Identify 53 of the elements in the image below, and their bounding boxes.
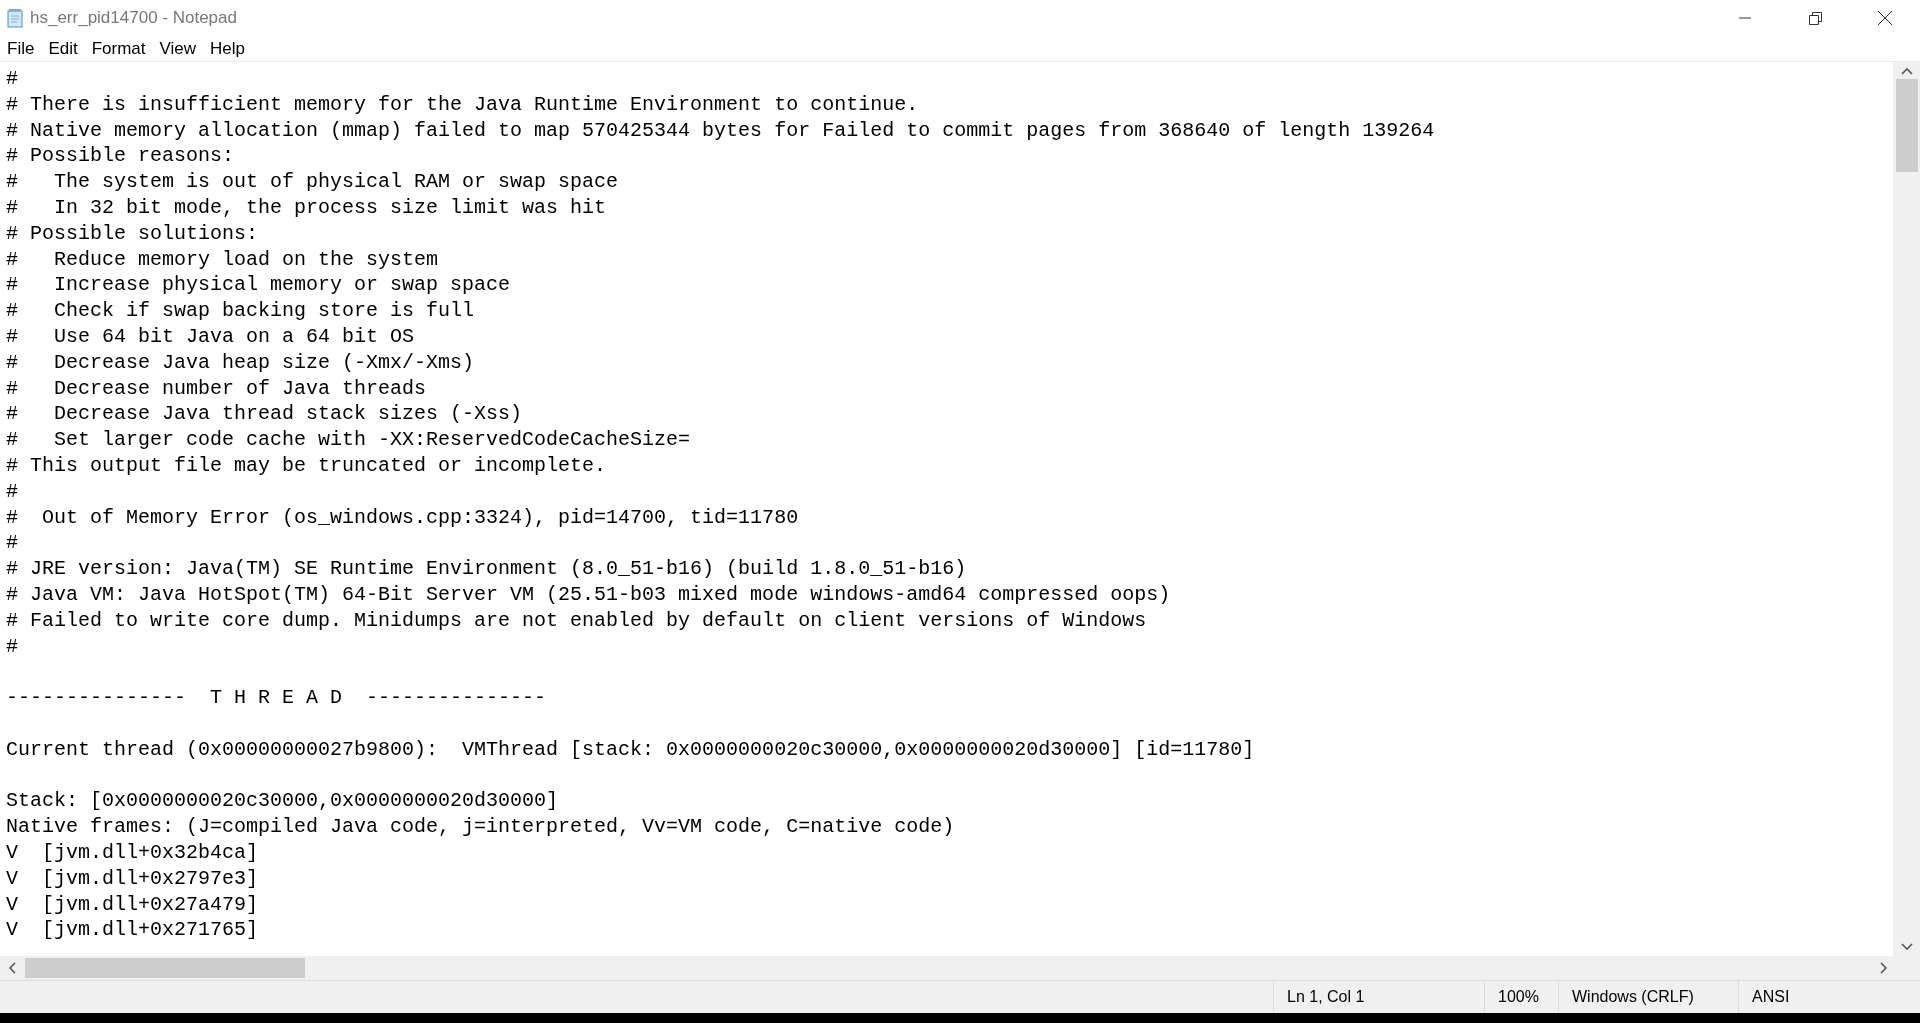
text-line: # Set larger code cache with -XX:ReservedCodeCacheSize= [6,427,691,453]
menu-item[interactable]: File [2,35,40,62]
text-line: # There is insufficient memory for the Java Runtime Environment to continue. [6,91,919,118]
scrollbar-thumb[interactable] [1895,79,1918,172]
window-title: hs_err_pid14700 - Notepad [30,7,237,30]
restore-icon [1808,11,1822,25]
text-line: # This output file may be truncated or incomplete. [6,452,607,479]
status-text: 100% [1498,987,1539,1007]
close-icon [1878,11,1892,25]
text-line: # Failed to write core dump. Minidumps are not enabled by default on client versions of Windows [6,607,1147,634]
text-line: Current thread (0x00000000027b9800): VMThread [stack: 0x0000000020c30000,0x0000000020d30000] [id=11780] [6,736,1255,763]
menu-item[interactable]: Edit [43,35,83,62]
text-line: V [jvm.dll+0x27a479] [6,891,259,918]
menu-item[interactable]: View [154,35,202,62]
text-line: Native frames: (J=compiled Java code, j=interpreted, Vv=VM code, C=native code) [6,814,955,840]
scroll-right-icon [1880,962,1888,974]
text-line: # Out of Memory Error (os_windows.cpp:3324), pid=14700, tid=11780 [6,504,799,531]
text-line: # Increase physical memory or swap space [6,272,511,299]
scrollbar-thumb[interactable] [25,958,305,978]
text-line: # Decrease Java heap size (-Xmx/-Xms) [6,349,475,376]
scroll-left-icon [8,962,16,974]
text-line: Stack: [0x0000000020c30000,0x0000000020d30000] [6,788,559,815]
notepad-icon [6,8,24,28]
status-text: ANSI [1752,987,1790,1007]
text-line: V [jvm.dll+0x271765] [6,917,259,944]
text-line: --------------- T H R E A D --------------- [6,685,547,711]
text-line: # Java VM: Java HotSpot(TM) 64-Bit Server VM (25.51-b03 mixed mode windows-amd64 compressed oops) [6,581,1171,608]
text-line: # Check if swap backing store is full [6,298,475,324]
menu-item[interactable]: Help [205,35,251,62]
text-line: # JRE version: Java(TM) SE Runtime Environment (8.0_51-b16) (build 1.8.0_51-b16) [6,556,967,582]
text-line: # Decrease number of Java threads [6,375,427,402]
text-line: # Possible reasons: [6,143,235,170]
text-line: V [jvm.dll+0x32b4ca] [6,839,259,866]
text-line: # Native memory allocation (mmap) failed to map 570425344 bytes for Failed to commit pages from 368640 of length 139264 [6,117,1435,144]
text-line: # [6,66,18,92]
text-line: # [6,633,18,660]
scroll-up-icon [1900,67,1913,75]
text-line: # The system is out of physical RAM or swap space [6,169,619,195]
status-text: Windows (CRLF) [1572,987,1694,1007]
horizontal-scrollbar[interactable] [0,956,1920,980]
text-line: # Decrease Java thread stack sizes (-Xss) [6,401,523,428]
status-text: Ln 1, Col 1 [1287,987,1365,1007]
text-line: # Possible solutions: [6,220,259,247]
minimize-icon [1739,17,1751,19]
text-line: # Use 64 bit Java on a 64 bit OS [6,323,415,350]
text-line: # In 32 bit mode, the process size limit was hit [6,195,607,221]
text-line: # Reduce memory load on the system [6,246,439,273]
text-line: V [jvm.dll+0x2797e3] [6,865,259,892]
text-line: # [6,478,18,505]
menu-item[interactable]: Format [86,35,151,62]
scroll-down-icon [1900,943,1913,951]
text-line: # [6,530,18,557]
vertical-scrollbar[interactable] [1893,62,1920,956]
